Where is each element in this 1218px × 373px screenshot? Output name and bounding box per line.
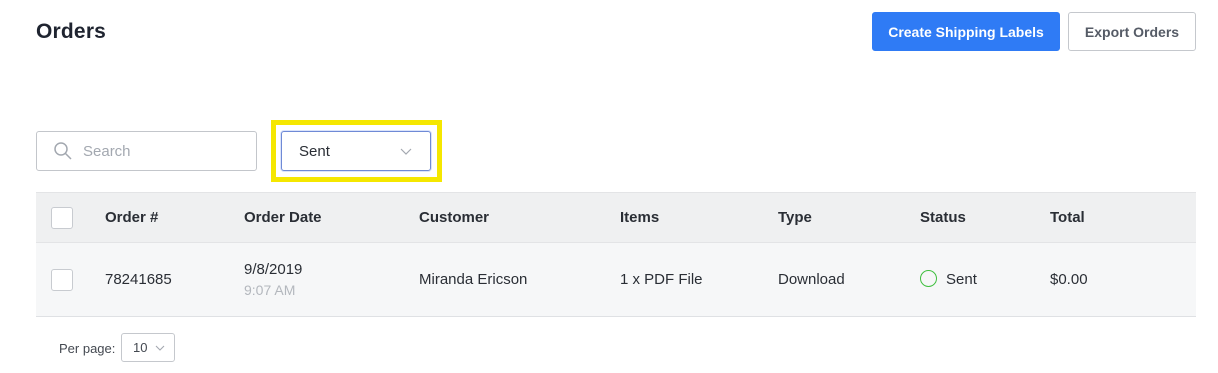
column-header-customer[interactable]: Customer (419, 209, 489, 226)
customer-name: Miranda Ericson (419, 271, 528, 288)
order-total: $0.00 (1050, 271, 1088, 288)
row-checkbox[interactable] (51, 269, 73, 291)
per-page-select[interactable]: 10 (121, 333, 175, 362)
column-header-status[interactable]: Status (920, 209, 966, 226)
table-header: Order # Order Date Customer Items Type S… (36, 192, 1196, 242)
order-number[interactable]: 78241685 (105, 271, 172, 288)
column-header-order-date[interactable]: Order Date (244, 209, 322, 226)
chevron-down-icon (155, 345, 165, 351)
search-placeholder: Search (83, 142, 131, 160)
order-items: 1 x PDF File (620, 271, 703, 288)
status-filter-value: Sent (299, 142, 330, 160)
export-orders-button[interactable]: Export Orders (1068, 12, 1196, 51)
order-time: 9:07 AM (244, 282, 296, 298)
order-status: Sent (946, 271, 977, 288)
order-type: Download (778, 271, 845, 288)
search-input[interactable]: Search (36, 131, 257, 171)
column-header-total[interactable]: Total (1050, 209, 1085, 226)
per-page-value: 10 (133, 340, 148, 355)
per-page-label: Per page: (59, 341, 116, 356)
chevron-down-icon (400, 148, 412, 155)
column-header-items[interactable]: Items (620, 209, 659, 226)
order-date: 9/8/2019 (244, 261, 303, 278)
page-title: Orders (36, 20, 107, 43)
create-shipping-labels-button[interactable]: Create Shipping Labels (872, 12, 1060, 51)
search-icon (54, 142, 72, 160)
column-header-type[interactable]: Type (778, 209, 812, 226)
status-sent-icon (920, 270, 937, 287)
table-row[interactable]: 78241685 9/8/2019 9:07 AM Miranda Ericso… (36, 242, 1196, 317)
select-all-checkbox[interactable] (51, 207, 73, 229)
status-filter-select[interactable]: Sent (281, 131, 431, 171)
column-header-order[interactable]: Order # (105, 209, 158, 226)
